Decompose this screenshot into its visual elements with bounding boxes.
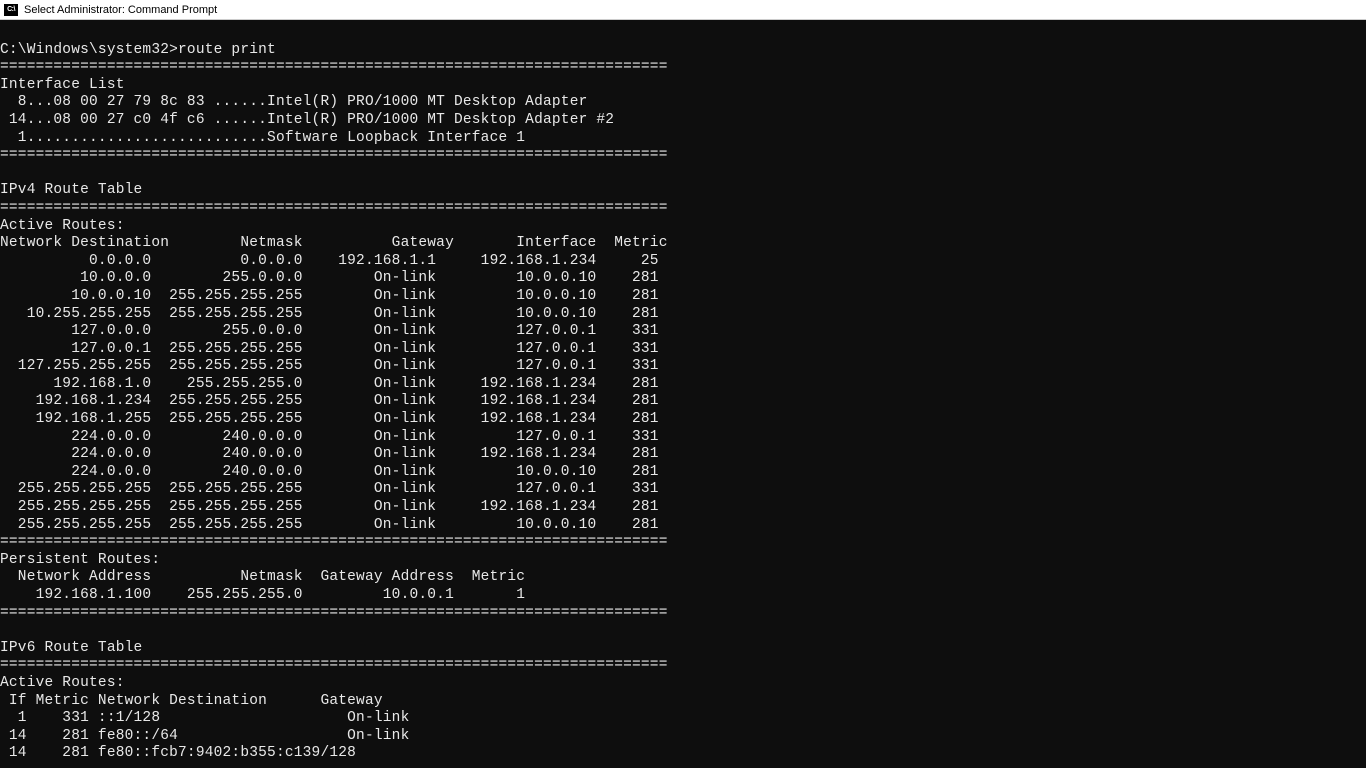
window-titlebar[interactable]: C:\ Select Administrator: Command Prompt [0, 0, 1366, 20]
command-prompt-icon: C:\ [4, 4, 18, 16]
window-title: Select Administrator: Command Prompt [24, 4, 217, 16]
terminal-output[interactable]: C:\Windows\system32>route print ========… [0, 20, 1366, 763]
